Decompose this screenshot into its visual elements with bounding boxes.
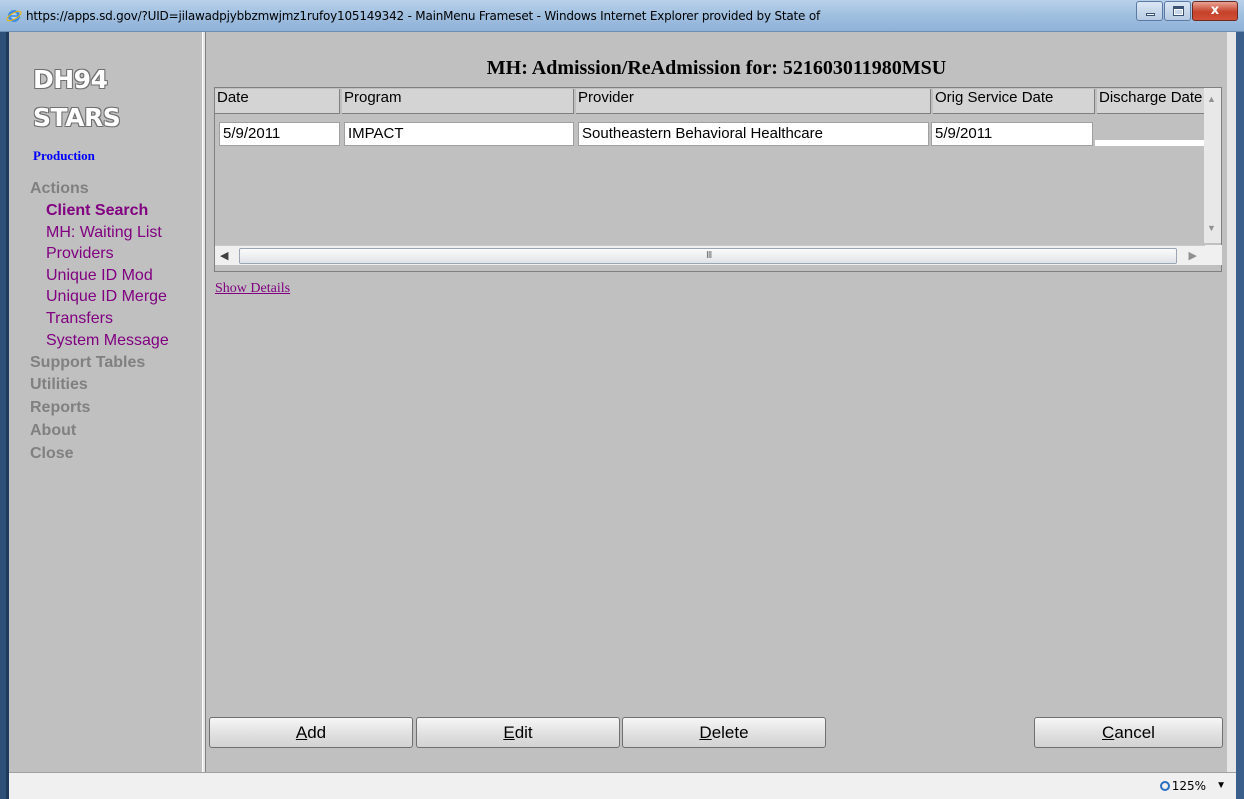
- cell-discharge-date[interactable]: [1095, 140, 1213, 146]
- zoom-level: 125%: [1171, 779, 1206, 793]
- scroll-down-icon[interactable]: ▼: [1207, 223, 1216, 233]
- maximize-icon: [1173, 6, 1184, 16]
- nav-frame: DH94 STARS Production Actions Client Sea…: [9, 32, 202, 772]
- ie-logo-icon: [6, 10, 22, 22]
- nav-item-system-message[interactable]: System Message: [46, 332, 169, 350]
- nav-section-reports[interactable]: Reports: [30, 399, 90, 417]
- nav-item-mh-waiting-list[interactable]: MH: Waiting List: [46, 224, 162, 242]
- delete-button-accel: D: [699, 723, 712, 742]
- zoom-icon: [1159, 781, 1170, 791]
- window-controls: x: [1135, 1, 1238, 21]
- add-button[interactable]: Add: [209, 717, 413, 748]
- column-header-date[interactable]: Date: [215, 89, 340, 114]
- cell-date[interactable]: 5/9/2011: [219, 122, 340, 146]
- cancel-button-label: ancel: [1114, 723, 1155, 742]
- nav-section-support-tables[interactable]: Support Tables: [30, 354, 145, 372]
- grid-horizontal-scrollbar[interactable]: ◀ III ▶: [215, 245, 1205, 265]
- cell-orig-service-date[interactable]: 5/9/2011: [931, 122, 1093, 146]
- environment-label: Production: [33, 148, 95, 163]
- horizontal-scroll-thumb[interactable]: III: [239, 248, 1177, 264]
- edit-button[interactable]: Edit: [416, 717, 620, 748]
- show-details-link[interactable]: Show Details: [215, 281, 290, 297]
- nav-item-unique-id-merge[interactable]: Unique ID Merge: [46, 288, 167, 306]
- browser-client-area: DH94 STARS Production Actions Client Sea…: [9, 32, 1236, 799]
- cancel-button-accel: C: [1102, 723, 1115, 742]
- scroll-grip-icon: III: [706, 250, 712, 261]
- dropdown-arrow-icon[interactable]: ▼: [1216, 780, 1226, 791]
- column-header-discharge-date[interactable]: Discharge Date: [1097, 89, 1213, 114]
- delete-button-label: elete: [711, 723, 749, 742]
- close-button[interactable]: x: [1192, 1, 1238, 21]
- nav-section-about[interactable]: About: [30, 422, 76, 440]
- scroll-left-icon[interactable]: ◀: [220, 249, 228, 262]
- edit-button-accel: E: [503, 723, 515, 742]
- grid-vertical-scrollbar[interactable]: ▲ ▼: [1204, 88, 1221, 243]
- nav-section-utilities[interactable]: Utilities: [30, 376, 88, 394]
- logo-line-1: DH94: [33, 65, 108, 94]
- nav-item-unique-id-mod[interactable]: Unique ID Mod: [46, 267, 153, 285]
- minimize-icon: [1146, 13, 1155, 16]
- nav-section-actions[interactable]: Actions: [30, 180, 89, 198]
- zoom-control[interactable]: 125%: [1159, 779, 1206, 793]
- maximize-button[interactable]: [1164, 1, 1191, 21]
- window-titlebar: https://apps.sd.gov/?UID=jilawadpjybbzmw…: [0, 0, 1244, 32]
- logo-line-2: STARS: [33, 103, 121, 132]
- admissions-grid: Date Program Provider Orig Service Date …: [214, 87, 1222, 272]
- scroll-up-icon[interactable]: ▲: [1207, 94, 1216, 104]
- delete-button[interactable]: Delete: [622, 717, 826, 748]
- status-bar: 125% ▼: [9, 772, 1236, 799]
- grid-header: Date Program Provider Orig Service Date …: [215, 88, 1223, 116]
- window-right-border: [1227, 32, 1236, 772]
- cell-provider[interactable]: Southeastern Behavioral Healthcare: [578, 122, 929, 146]
- page-title: MH: Admission/ReAdmission for: 521603011…: [486, 57, 947, 79]
- nav-section-close[interactable]: Close: [30, 445, 74, 463]
- scroll-right-icon[interactable]: ▶: [1189, 249, 1197, 262]
- minimize-button[interactable]: [1136, 1, 1163, 21]
- column-header-program[interactable]: Program: [342, 89, 574, 114]
- close-icon: x: [1210, 3, 1220, 18]
- window-title: https://apps.sd.gov/?UID=jilawadpjybbzmw…: [26, 9, 820, 23]
- add-button-accel: A: [295, 723, 308, 742]
- edit-button-label: dit: [514, 723, 533, 742]
- column-header-orig-service-date[interactable]: Orig Service Date: [933, 89, 1095, 114]
- nav-item-providers[interactable]: Providers: [46, 245, 114, 263]
- cell-program[interactable]: IMPACT: [344, 122, 574, 146]
- scrollbar-corner: [1205, 245, 1222, 265]
- nav-item-client-search[interactable]: Client Search: [46, 202, 148, 220]
- column-header-provider[interactable]: Provider: [576, 89, 931, 114]
- add-button-label: dd: [307, 723, 327, 742]
- nav-item-transfers[interactable]: Transfers: [46, 310, 113, 328]
- cancel-button[interactable]: Cancel: [1034, 717, 1223, 748]
- content-frame: MH: Admission/ReAdmission for: 521603011…: [206, 32, 1227, 772]
